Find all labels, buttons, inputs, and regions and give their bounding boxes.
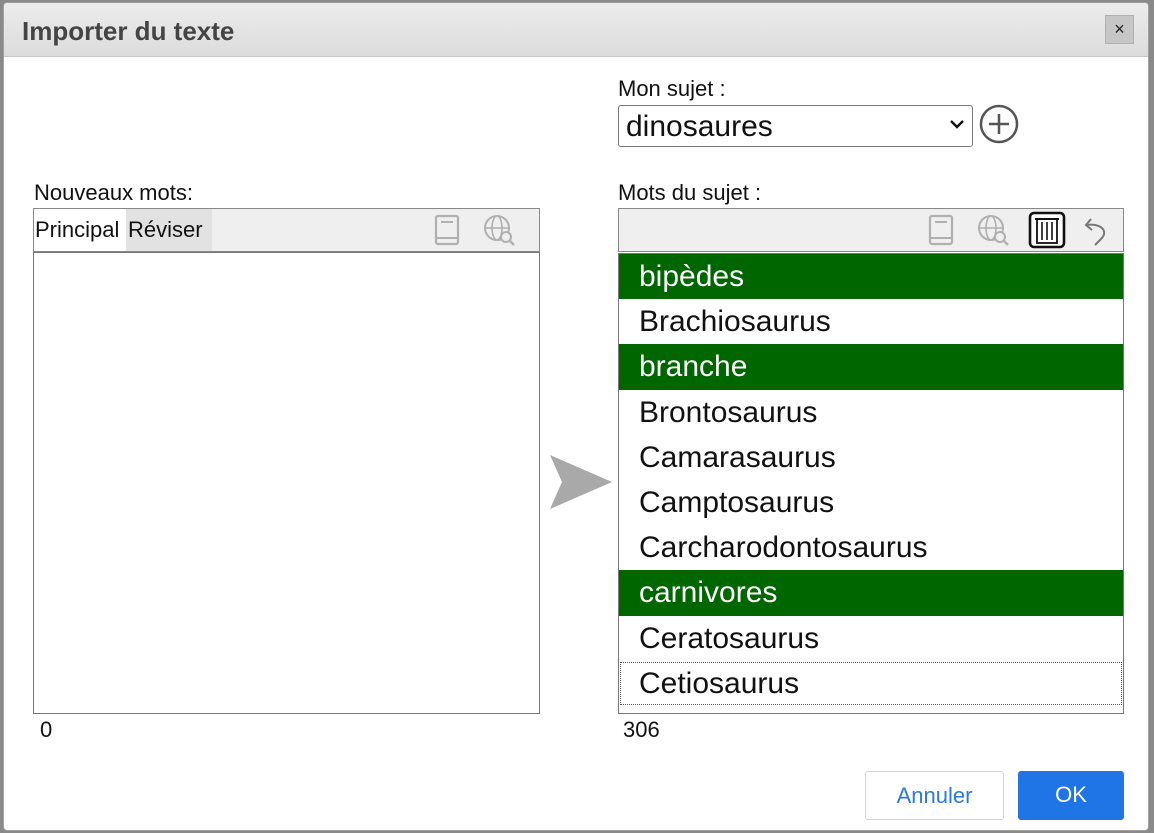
subject-select[interactable]: dinosaures <box>618 105 973 147</box>
web-search-icon[interactable] <box>482 213 516 247</box>
book-icon[interactable] <box>430 213 464 247</box>
list-item[interactable]: branche <box>619 344 1123 390</box>
chevron-down-icon <box>950 120 964 129</box>
trash-icon[interactable] <box>1028 211 1066 249</box>
subject-words-label: Mots du sujet : <box>618 180 762 205</box>
close-button[interactable]: × <box>1105 15 1134 44</box>
subject-label: Mon sujet : <box>618 76 726 101</box>
ok-button[interactable]: OK <box>1018 771 1124 820</box>
cancel-button[interactable]: Annuler <box>865 771 1004 820</box>
new-words-list[interactable] <box>33 252 540 714</box>
subject-words-count: 306 <box>623 717 660 742</box>
import-text-dialog: Importer du texte × Mon sujet : dinosaur… <box>3 2 1149 831</box>
new-words-count: 0 <box>40 717 53 742</box>
list-item[interactable]: carnivores <box>619 570 1123 616</box>
subject-select-value: dinosaures <box>626 110 773 143</box>
list-item[interactable]: Ceratosaurus <box>619 616 1123 661</box>
dialog-titlebar: Importer du texte × <box>4 3 1148 57</box>
new-words-toolbar: Principal Réviser <box>33 208 540 252</box>
list-item[interactable]: Carcharodontosaurus <box>619 525 1123 570</box>
dialog-title: Importer du texte <box>22 16 235 46</box>
list-item[interactable]: Cetiosaurus <box>619 661 1123 706</box>
list-item[interactable]: bipèdes <box>619 254 1123 300</box>
list-item[interactable]: Brontosaurus <box>619 390 1123 435</box>
new-words-label: Nouveaux mots: <box>34 180 193 205</box>
list-item[interactable]: Camarasaurus <box>619 435 1123 480</box>
tab-reviser[interactable]: Réviser <box>126 209 212 251</box>
web-search-icon[interactable] <box>976 213 1010 247</box>
list-item[interactable]: Brachiosaurus <box>619 299 1123 344</box>
list-item[interactable]: Camptosaurus <box>619 480 1123 525</box>
book-icon[interactable] <box>924 213 958 247</box>
undo-icon[interactable] <box>1081 213 1115 247</box>
tab-principal[interactable]: Principal <box>34 209 126 251</box>
plus-circle-icon[interactable] <box>979 104 1019 144</box>
subject-words-toolbar <box>618 208 1124 252</box>
subject-words-list[interactable]: bipèdes Brachiosaurus branche Brontosaurus C… <box>618 253 1124 714</box>
send-arrow-icon[interactable] <box>548 453 614 511</box>
